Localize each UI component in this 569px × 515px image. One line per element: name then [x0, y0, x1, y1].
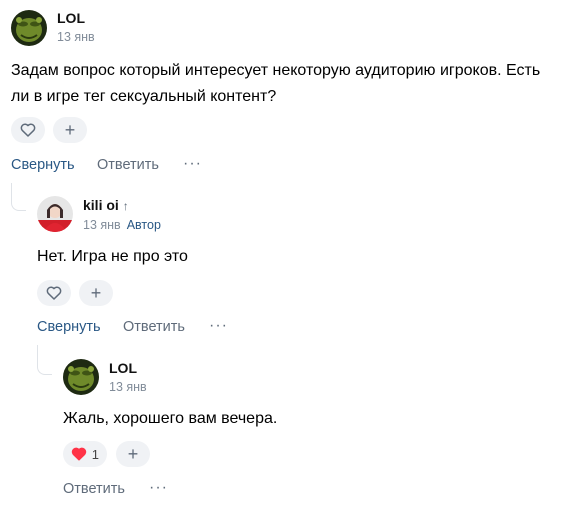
arrow-up-icon: ↑ [122, 199, 129, 213]
add-reaction-button[interactable]: + [53, 117, 87, 143]
author-name-text[interactable]: kili oi [83, 197, 119, 213]
add-reaction-button[interactable]: + [116, 441, 150, 467]
plus-icon: + [127, 443, 139, 464]
more-dots-icon[interactable]: ··· [183, 155, 202, 173]
author-name[interactable]: LOL [57, 10, 85, 26]
reply-button[interactable]: Ответить [63, 481, 125, 497]
plus-icon: + [90, 282, 102, 303]
plus-icon: + [64, 119, 76, 140]
heart-outline-icon [46, 286, 62, 300]
avatar[interactable] [11, 10, 47, 46]
comment-meta: 13 янв Автор [83, 218, 161, 232]
author-name[interactable]: kili oi ↑ [83, 197, 129, 213]
comment-date[interactable]: 13 янв [109, 380, 147, 394]
like-count: 1 [91, 446, 99, 462]
more-dots-icon[interactable]: ··· [149, 479, 168, 497]
like-button[interactable]: 1 [63, 441, 107, 467]
like-button[interactable] [11, 117, 45, 143]
avatar[interactable] [37, 196, 73, 232]
collapse-button[interactable]: Свернуть [37, 319, 101, 335]
author-badge: Автор [126, 218, 161, 232]
like-button[interactable] [37, 280, 71, 306]
heart-filled-icon [71, 447, 87, 461]
reply-button[interactable]: Ответить [123, 319, 185, 335]
avatar[interactable] [63, 359, 99, 395]
collapse-button[interactable]: Свернуть [11, 157, 75, 173]
more-dots-icon[interactable]: ··· [209, 317, 228, 335]
reply-button[interactable]: Ответить [97, 157, 159, 173]
thread-connector [11, 183, 26, 211]
comment-text: Задам вопрос который интересует некотору… [11, 62, 541, 105]
comment-date[interactable]: 13 янв [57, 30, 95, 44]
author-name[interactable]: LOL [109, 360, 137, 376]
comment-text: Нет. Игра не про это [37, 248, 188, 265]
comment-date[interactable]: 13 янв [83, 218, 121, 232]
add-reaction-button[interactable]: + [79, 280, 113, 306]
thread-connector [37, 345, 52, 375]
heart-outline-icon [20, 123, 36, 137]
comment-text: Жаль, хорошего вам вечера. [63, 410, 278, 427]
